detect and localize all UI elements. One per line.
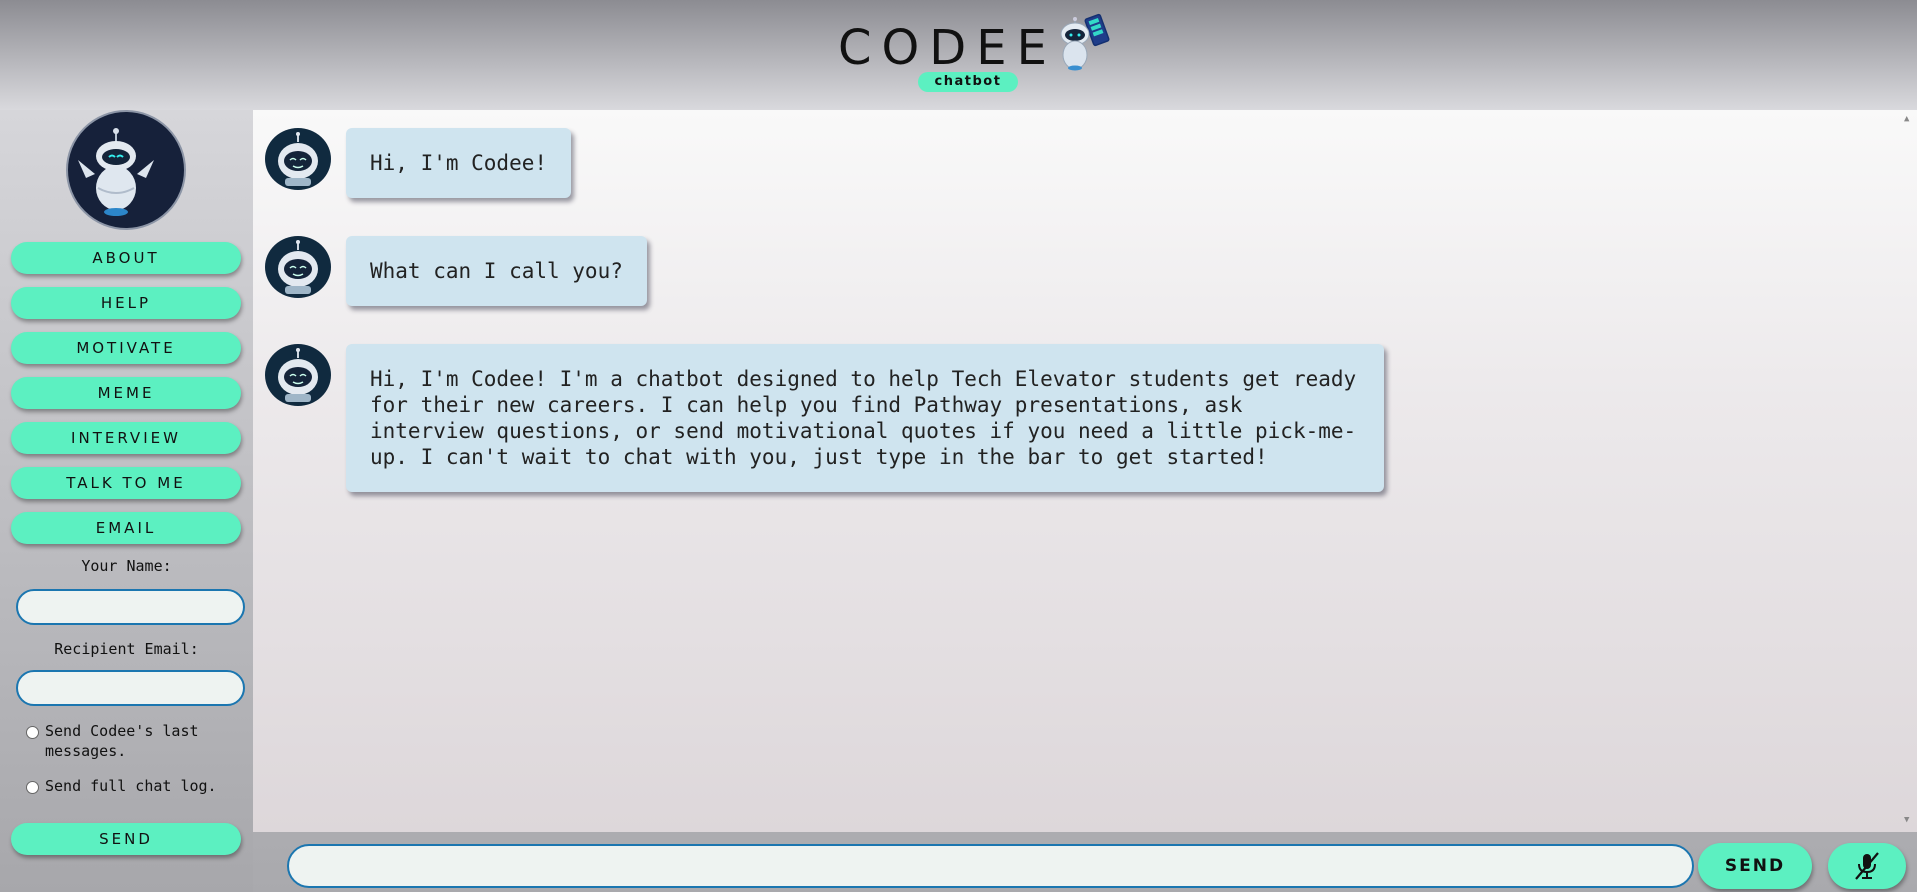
bot-message: Hi, I'm Codee! I'm a chatbot designed to… [346, 344, 1384, 492]
sidebar: ABOUT HELP MOTIVATE MEME INTERVIEW TALK … [0, 110, 253, 892]
scroll-up-arrow-icon[interactable]: ▲ [1904, 114, 1909, 124]
radio-full-chat-log[interactable]: Send full chat log. [26, 776, 220, 796]
recipient-email-input[interactable] [16, 670, 245, 706]
your-name-label: Your Name: [81, 557, 172, 575]
robot-avatar-icon [265, 128, 331, 190]
chat-scrollbar[interactable]: ▲ ▼ [1900, 110, 1917, 832]
interview-button[interactable]: INTERVIEW [11, 422, 241, 454]
motivate-button[interactable]: MOTIVATE [11, 332, 241, 364]
radio-button[interactable] [26, 726, 39, 739]
radio-label: Send full chat log. [45, 777, 217, 795]
app-header: CODEE chatbot [0, 0, 1917, 110]
radio-label: Send Codee's last messages. [45, 722, 199, 760]
meme-button[interactable]: MEME [11, 377, 241, 409]
email-button[interactable]: EMAIL [11, 512, 241, 544]
sidebar-send-button[interactable]: SEND [11, 823, 241, 855]
app-title: CODEE [838, 20, 1057, 76]
microphone-muted-icon [1855, 852, 1879, 880]
chat-log[interactable]: Hi, I'm Codee! What can I call you? Hi, … [253, 110, 1917, 832]
robot-with-phone-icon [1060, 13, 1110, 71]
bot-message: Hi, I'm Codee! [346, 128, 572, 198]
robot-avatar-icon [265, 344, 331, 406]
send-button[interactable]: SEND [1698, 843, 1812, 889]
radio-last-messages[interactable]: Send Codee's last messages. [26, 721, 220, 761]
robot-avatar-icon [66, 110, 186, 230]
chatbot-badge: chatbot [918, 72, 1018, 92]
scroll-down-arrow-icon[interactable]: ▼ [1904, 815, 1909, 825]
robot-avatar-icon [265, 236, 331, 298]
your-name-input[interactable] [16, 589, 245, 625]
message-input[interactable] [287, 844, 1694, 888]
talk-to-me-button[interactable]: TALK TO ME [11, 467, 241, 499]
radio-button[interactable] [26, 781, 39, 794]
brand: CODEE [838, 13, 1115, 78]
help-button[interactable]: HELP [11, 287, 241, 319]
bot-message: What can I call you? [346, 236, 647, 306]
microphone-button[interactable] [1828, 843, 1906, 889]
about-button[interactable]: ABOUT [11, 242, 241, 274]
recipient-email-label: Recipient Email: [54, 640, 199, 658]
